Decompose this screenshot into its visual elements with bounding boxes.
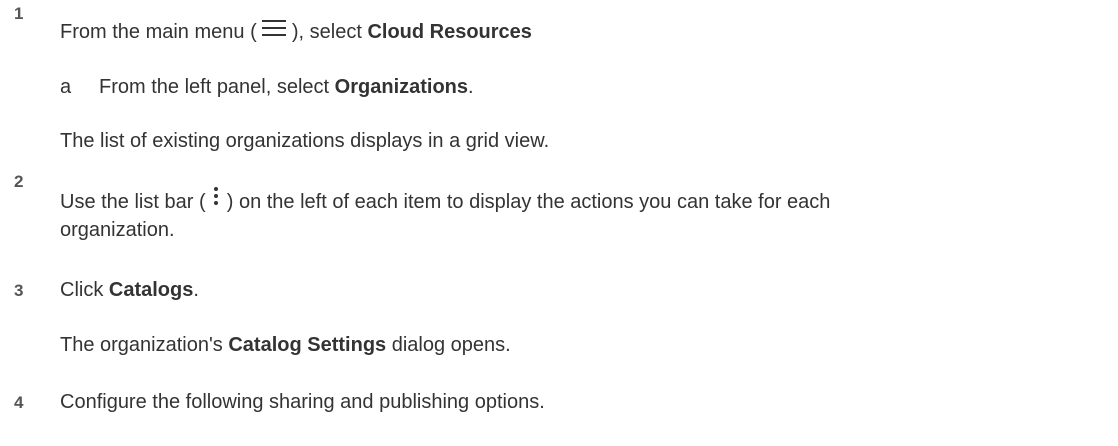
step-number-3: 3 [14, 281, 24, 300]
step-3-note: The organization's Catalog Settings dial… [60, 333, 511, 357]
substep-a-bold: Organizations [334, 76, 469, 98]
step-2-text-pre: Use the list bar ( [60, 191, 212, 213]
step-1-note: The list of existing organizations displ… [60, 130, 550, 152]
step-1-text-post: ), select [286, 21, 368, 43]
substep-a-instruction: From the left panel, select Organization… [99, 75, 474, 99]
step-number-4: 4 [14, 393, 24, 412]
step-3-instruction: Click Catalogs. [60, 278, 199, 302]
step-1-text-pre: From the main menu ( [60, 21, 263, 43]
step-number-2: 2 [14, 172, 24, 191]
step-2-instruction: Use the list bar ( ) on the left of each… [60, 186, 831, 214]
vertical-ellipsis-icon [211, 186, 221, 208]
step-number-1: 1 [14, 4, 24, 23]
substep-a-text-pre: From the left panel, select [99, 76, 335, 98]
step-3-note-pre: The organization's [60, 334, 229, 356]
step-3-note-post: dialog opens. [386, 334, 511, 356]
step-1-instruction: From the main menu ( ), select Cloud Res… [60, 18, 532, 44]
step-2-text-post: ) on the left of each item to display th… [221, 191, 831, 213]
step-2-continuation: organization. [60, 219, 175, 241]
step-3-text-pre: Click [60, 279, 109, 301]
step-3-text-post: . [193, 279, 199, 301]
substep-a-text-post: . [468, 76, 474, 98]
step-1-bold: Cloud Resources [367, 21, 532, 43]
step-3-bold: Catalogs [108, 279, 194, 301]
step-4-instruction: Configure the following sharing and publ… [60, 391, 545, 413]
hamburger-menu-icon [262, 18, 287, 38]
substep-a-letter: a [60, 76, 72, 98]
step-3-note-bold: Catalog Settings [228, 334, 387, 356]
